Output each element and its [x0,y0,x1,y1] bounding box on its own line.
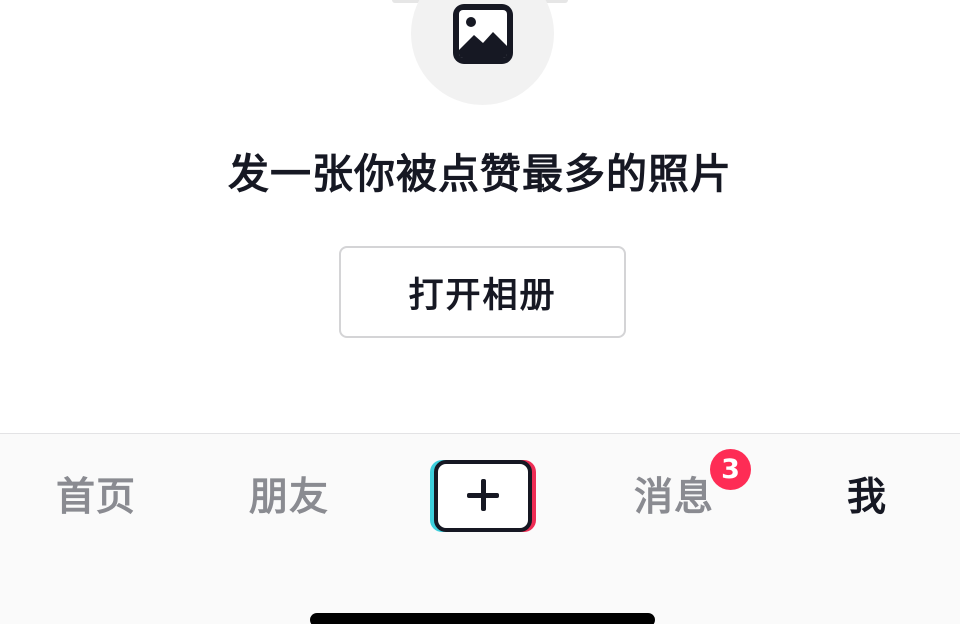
tab-home[interactable]: 首页 [36,474,156,522]
tab-create-button[interactable] [430,460,536,532]
screen: 发一张你被点赞最多的照片 打开相册 首页 朋友 消息 3 我 [0,0,960,624]
photo-icon [453,4,513,64]
messages-unread-badge: 3 [710,449,751,490]
open-album-button[interactable]: 打开相册 [339,246,626,338]
prompt-title: 发一张你被点赞最多的照片 [228,150,732,198]
home-indicator [310,613,655,624]
tab-me[interactable]: 我 [827,474,907,522]
tab-friends[interactable]: 朋友 [229,474,349,522]
plus-icon-vertical [481,479,486,511]
